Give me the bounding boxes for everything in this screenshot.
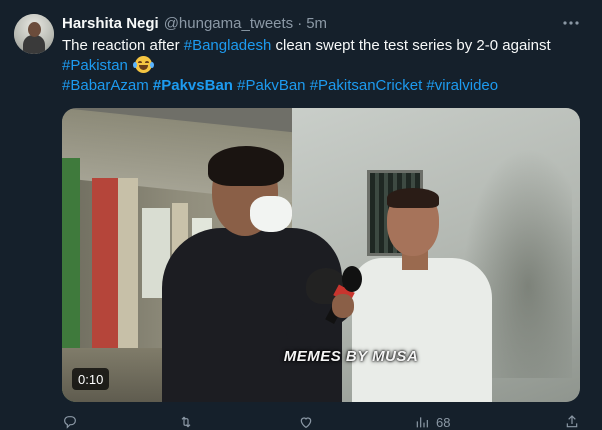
microphone-icon [342,266,362,292]
reply-button[interactable] [62,414,78,430]
tweet-text-segment: The reaction after [62,37,184,54]
video-duration-badge: 0:10 [72,368,110,390]
views-count: 68 [436,414,451,430]
reply-icon [64,416,76,429]
tweet-text-line-2: #Pakistan [62,56,582,76]
hashtag-babarazam[interactable]: #BabarAzam [62,77,149,94]
hashtag-bangladesh[interactable]: #Bangladesh [184,37,272,54]
laughing-emoji-icon [133,56,155,73]
views-button[interactable]: 68 [414,414,450,430]
avatar-figure-head [28,22,41,37]
tweet-text-line-1: The reaction after #Bangladesh clean swe… [62,36,582,56]
like-button[interactable] [298,414,314,430]
separator-dot: · [297,14,303,32]
author-name[interactable]: Harshita Negi [62,15,159,32]
interviewee-hair [387,188,439,208]
author-handle[interactable]: @hungama_tweets [164,15,293,32]
hashtag-pakvban[interactable]: #PakvBan [237,77,305,94]
heart-icon [300,417,312,429]
interviewer-mask [250,196,292,232]
hashtag-pakitsancricket[interactable]: #PakitsanCricket [310,77,423,94]
tweet-actions: 68 [62,410,582,430]
emoji-mouth [139,65,149,70]
retweet-icon [181,416,191,428]
tweet-text: The reaction after #Bangladesh clean swe… [62,36,582,96]
tweet-header: Harshita Negi @hungama_tweets · 5m [62,13,327,33]
views-icon [416,417,428,428]
share-icon [566,415,578,428]
avatar-figure-body [23,35,45,54]
emoji-tear-left [133,62,138,68]
hashtag-viralvideo[interactable]: #viralvideo [426,77,498,94]
retweet-button[interactable] [178,414,194,430]
tweet-text-segment: clean swept the test series by 2-0 again… [271,37,551,54]
avatar[interactable] [14,14,54,54]
video-player[interactable]: MEMES BY MUSA 0:10 [62,108,580,402]
more-options-icon[interactable] [560,12,582,34]
interviewer-hair [208,146,284,186]
video-watermark: MEMES BY MUSA [283,348,419,365]
hashtag-pakvsban[interactable]: #PakvsBan [153,77,233,94]
tweet-time[interactable]: 5m [306,15,327,32]
interviewee-body [352,258,492,402]
hashtags-line: #BabarAzam #PakvsBan #PakvBan #PakitsanC… [62,76,582,96]
emoji-tear-right [150,62,155,68]
interviewer-hand [332,294,354,318]
share-button[interactable] [564,414,580,430]
hashtag-pakistan[interactable]: #Pakistan [62,57,128,74]
